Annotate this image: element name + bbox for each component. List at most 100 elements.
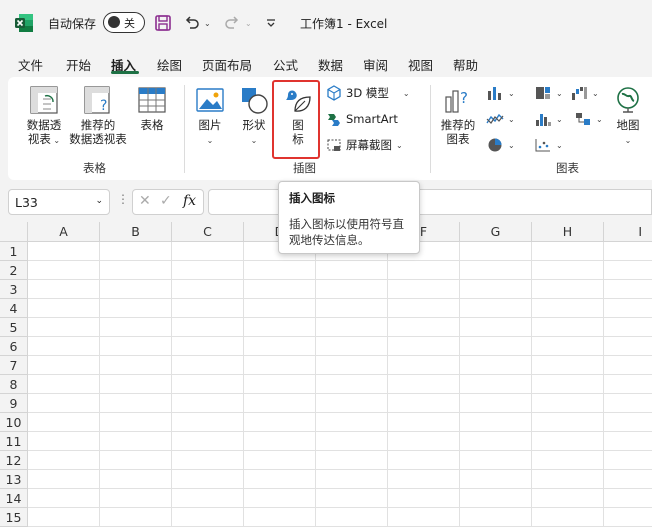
active-tab-indicator (111, 71, 139, 74)
column-header[interactable]: C (172, 222, 244, 242)
tooltip-title: 插入图标 (289, 191, 335, 205)
cell-area[interactable] (28, 242, 652, 527)
pivot-table-label-2: 视表 (27, 132, 51, 146)
chevron-down-icon: ⌄ (250, 136, 258, 145)
pie-chart-button[interactable]: ⌄ (486, 137, 515, 153)
row-header[interactable]: 10 (0, 413, 28, 432)
column-header[interactable]: A (28, 222, 100, 242)
globe-icon (617, 87, 639, 113)
hierarchy-chart-button[interactable]: ⌄ (534, 85, 563, 101)
row-header[interactable]: 12 (0, 451, 28, 470)
chevron-down-icon: ⌄ (624, 136, 632, 145)
chevron-down-icon: ⌄ (402, 88, 410, 98)
recommended-pivot-label-1: 推荐的 (80, 118, 116, 132)
row-header[interactable]: 3 (0, 280, 28, 299)
name-box[interactable]: L33 ⌄ (8, 189, 110, 215)
select-all-corner[interactable] (0, 222, 28, 242)
shapes-button[interactable]: 形状 ⌄ (236, 85, 272, 148)
tab-home[interactable]: 开始 (66, 55, 91, 74)
combo-chart-button[interactable]: ⌄ (574, 111, 603, 127)
title-bar: 自动保存 关 ⌄ ⌄ 工作簿1 - Excel (0, 0, 652, 46)
table-button[interactable]: 表格 (132, 85, 172, 132)
redo-icon[interactable] (222, 13, 242, 33)
recommended-pivot-button[interactable]: ? 推荐的 数据透视表 (66, 85, 130, 146)
insert-icons-tooltip: 插入图标 插入图标以使用符号直 观地传达信息。 (278, 181, 420, 254)
insert-function-button[interactable]: fx (183, 193, 196, 209)
recommended-charts-label-2: 图表 (446, 132, 470, 146)
table-label: 表格 (140, 118, 164, 132)
autosave-toggle[interactable]: 关 (103, 12, 145, 33)
smartart-icon (328, 114, 340, 126)
tab-view[interactable]: 视图 (408, 55, 433, 74)
toggle-knob (108, 16, 120, 28)
svg-text:?: ? (100, 98, 107, 114)
column-header[interactable]: H (532, 222, 604, 242)
row-header[interactable]: 14 (0, 489, 28, 508)
tab-draw[interactable]: 绘图 (157, 55, 182, 74)
pivot-table-icon (30, 86, 58, 114)
tab-help[interactable]: 帮助 (453, 55, 478, 74)
chevron-down-icon: ⌄ (596, 114, 603, 124)
customize-quick-access-icon[interactable] (261, 13, 281, 33)
row-header[interactable]: 2 (0, 261, 28, 280)
row-header[interactable]: 9 (0, 394, 28, 413)
formula-controls: ✕ ✓ fx (132, 189, 204, 215)
row-header[interactable]: 1 (0, 242, 28, 261)
chevron-down-icon: ⌄ (508, 88, 515, 98)
map-label: 地图 (616, 118, 640, 132)
recommended-charts-button[interactable]: ? 推荐的 图表 (436, 85, 480, 146)
statistic-chart-button[interactable]: ⌄ (534, 111, 563, 127)
tab-file[interactable]: 文件 (18, 55, 43, 74)
row-header[interactable]: 15 (0, 508, 28, 527)
pivot-table-button[interactable]: 数据透 视表 ⌄ (20, 85, 68, 148)
row-header[interactable]: 7 (0, 356, 28, 375)
formula-input[interactable] (208, 189, 652, 215)
cube-icon (327, 85, 341, 101)
tab-data[interactable]: 数据 (318, 55, 343, 74)
histogram-icon (536, 114, 551, 126)
more-options-icon[interactable]: ⋮ (117, 192, 129, 206)
map-chart-button[interactable]: 地图 ⌄ (610, 85, 646, 148)
column-header[interactable]: G (460, 222, 532, 242)
smartart-label: SmartArt (346, 112, 398, 126)
cancel-icon[interactable]: ✕ (139, 193, 151, 209)
chevron-down-icon[interactable]: ⌄ (95, 196, 103, 206)
chevron-down-icon: ⌄ (592, 88, 599, 98)
ribbon-separator (430, 85, 431, 173)
row-header[interactable]: 8 (0, 375, 28, 394)
row-header[interactable]: 11 (0, 432, 28, 451)
tooltip-desc-line-2: 观地传达信息。 (289, 233, 370, 247)
group-label-charts: 图表 (556, 161, 579, 175)
row-header[interactable]: 6 (0, 337, 28, 356)
row-header[interactable]: 13 (0, 470, 28, 489)
tab-page-layout[interactable]: 页面布局 (202, 55, 252, 74)
enter-icon[interactable]: ✓ (160, 193, 172, 209)
tab-formulas[interactable]: 公式 (273, 55, 298, 74)
column-header[interactable]: I (604, 222, 652, 242)
scatter-chart-icon (535, 139, 550, 152)
column-header[interactable]: B (100, 222, 172, 242)
pictures-button[interactable]: 图片 ⌄ (192, 85, 228, 148)
undo-icon[interactable] (182, 13, 202, 33)
redo-dropdown-icon[interactable]: ⌄ (245, 19, 252, 28)
smartart-button[interactable]: SmartArt (326, 111, 398, 127)
row-header[interactable]: 4 (0, 299, 28, 318)
tab-review[interactable]: 审阅 (363, 55, 388, 74)
recommended-pivot-label-2: 数据透视表 (69, 132, 127, 146)
column-chart-icon (488, 87, 501, 100)
group-label-illustrations: 插图 (293, 161, 316, 175)
waterfall-chart-button[interactable]: ⌄ (570, 85, 599, 101)
ribbon-tabs: 文件 开始 插入 绘图 页面布局 公式 数据 审阅 视图 帮助 (0, 48, 652, 74)
undo-dropdown-icon[interactable]: ⌄ (204, 19, 211, 28)
tooltip-desc-line-1: 插入图标以使用符号直 (289, 217, 404, 231)
screenshot-button[interactable]: 屏幕截图 ⌄ (326, 137, 403, 153)
pie-chart-icon (488, 138, 502, 152)
table-icon (138, 87, 166, 113)
line-chart-button[interactable]: ⌄ (486, 111, 515, 127)
save-icon[interactable] (153, 13, 173, 33)
pivot-table-label-1: 数据透 (26, 118, 62, 132)
3d-models-button[interactable]: 3D 模型 ⌄ (326, 85, 410, 101)
scatter-chart-button[interactable]: ⌄ (534, 137, 563, 153)
row-header[interactable]: 5 (0, 318, 28, 337)
column-chart-button[interactable]: ⌄ (486, 85, 515, 101)
